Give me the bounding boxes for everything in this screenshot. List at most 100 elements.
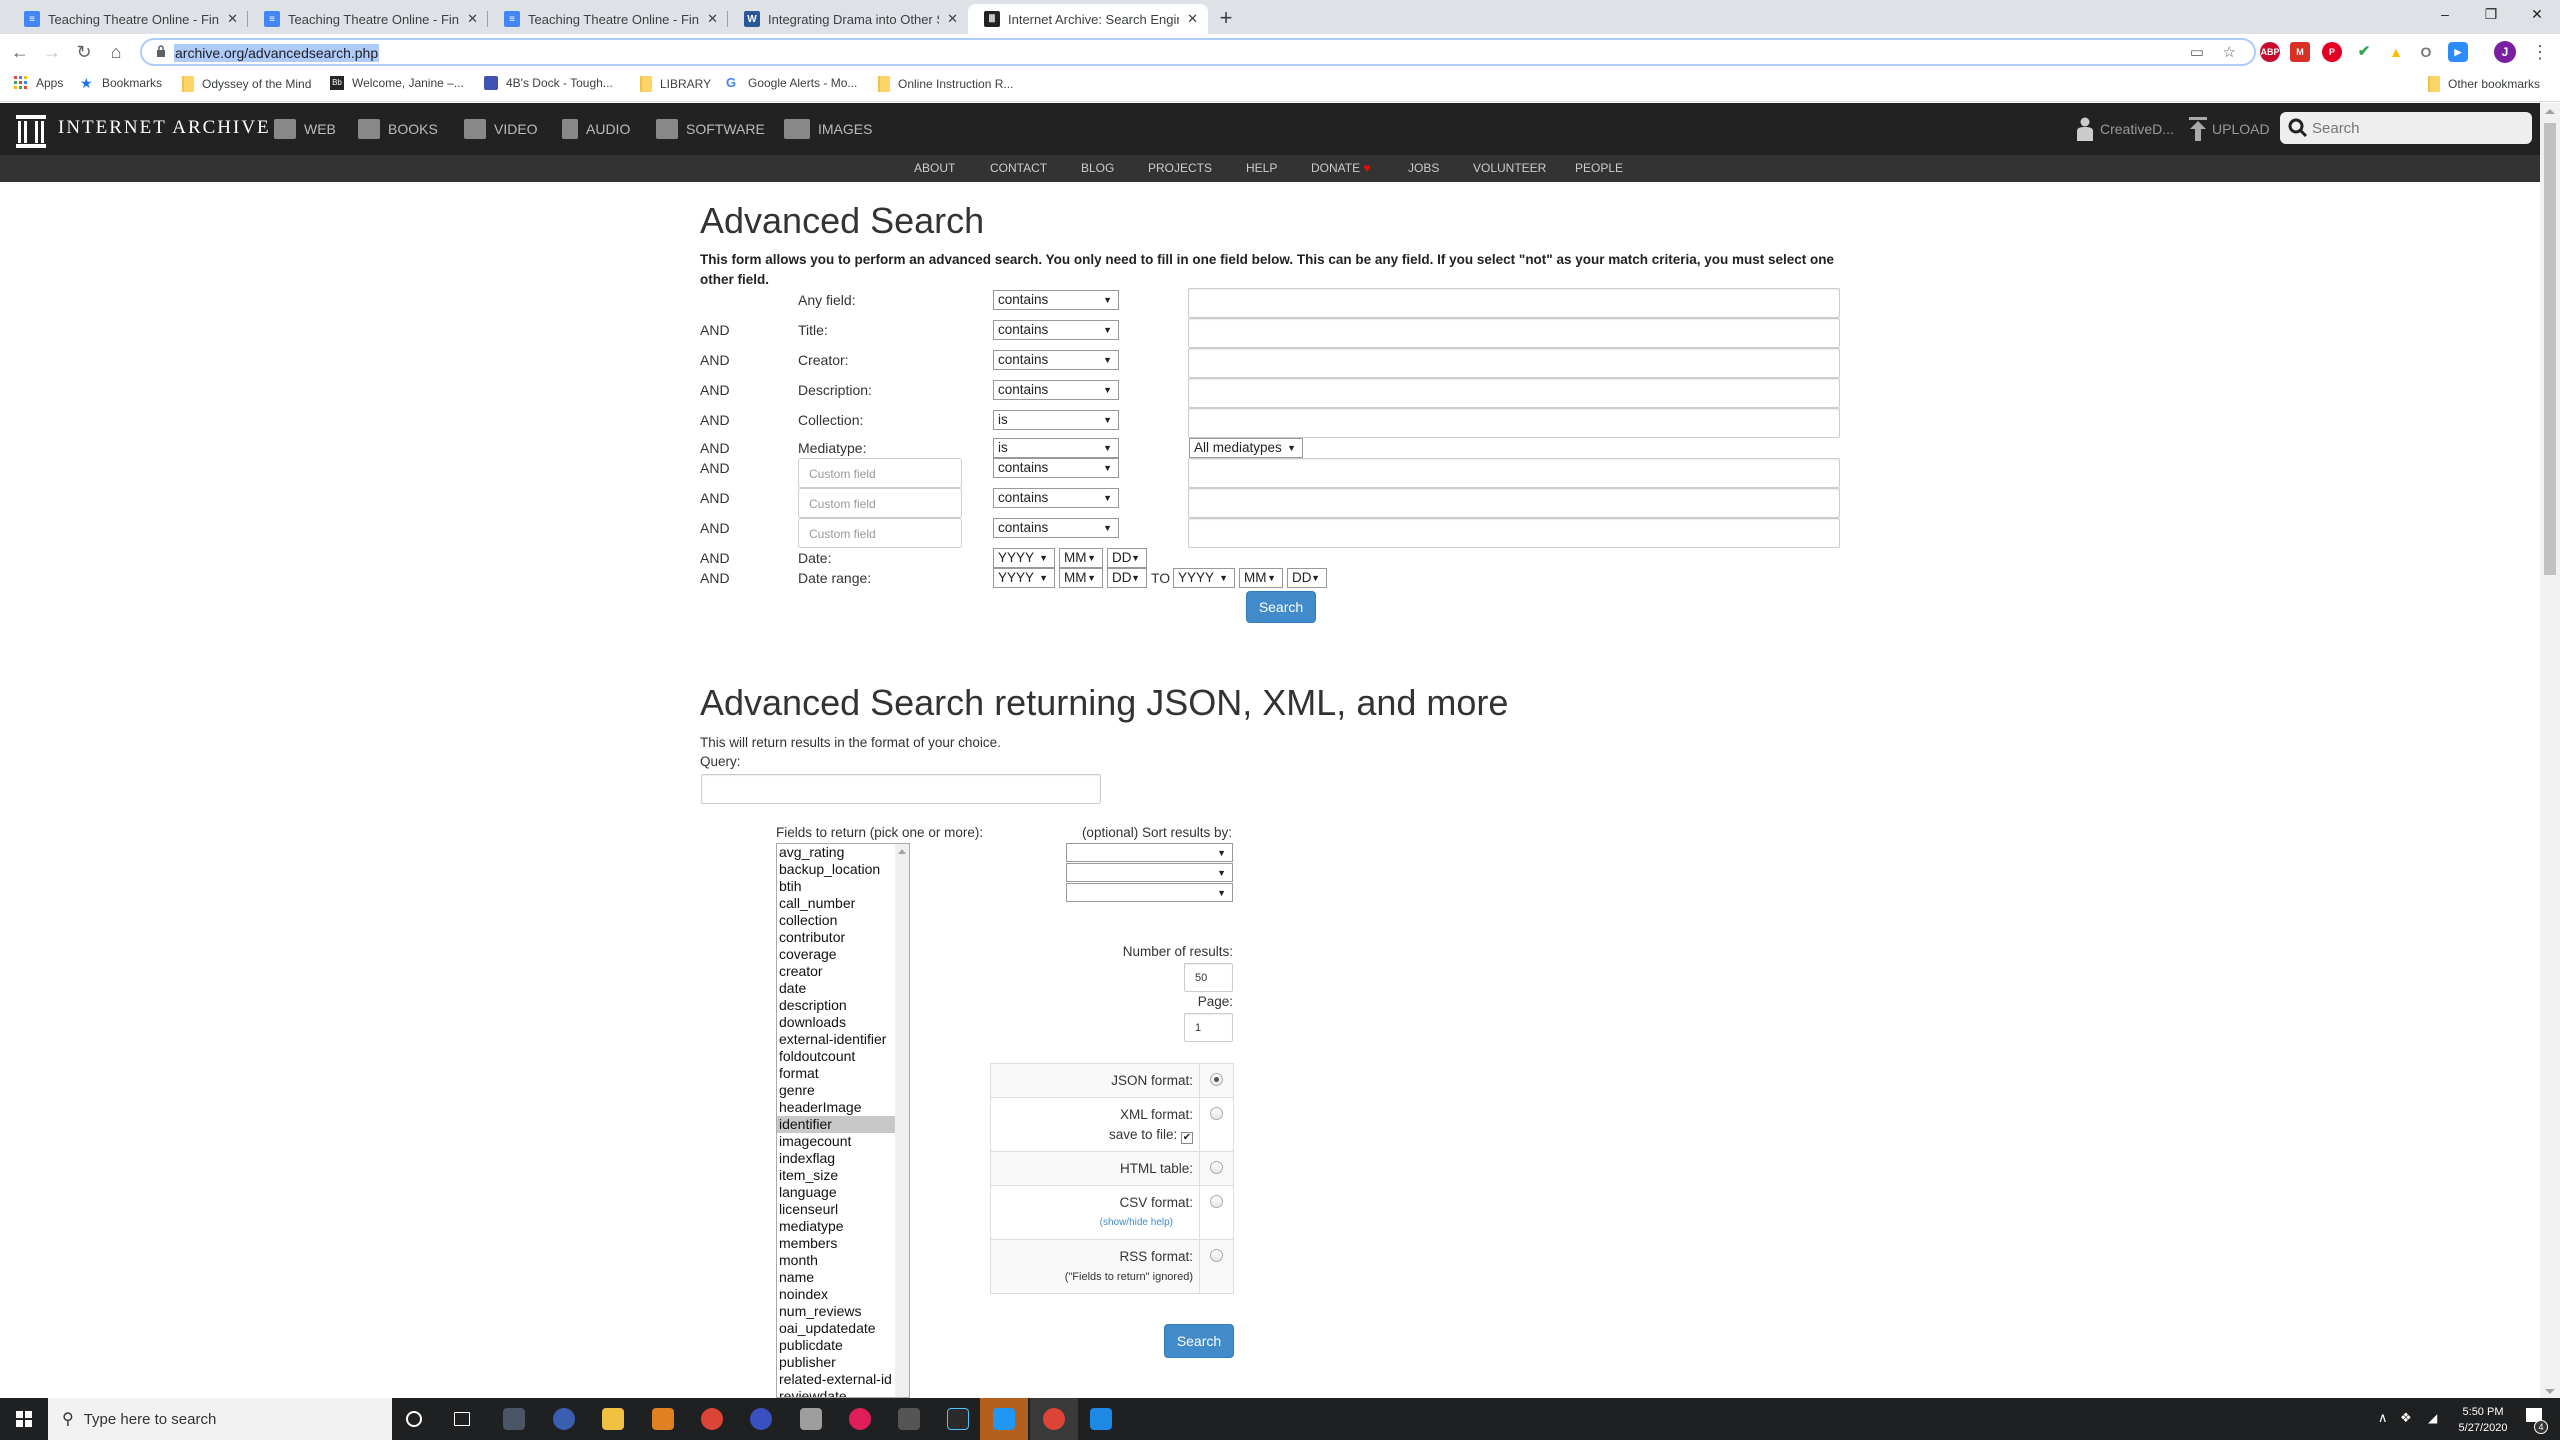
field-option[interactable]: downloads bbox=[777, 1014, 909, 1031]
forward-icon[interactable]: → bbox=[40, 40, 64, 64]
bookmark-online-instruction[interactable]: Online Instruction R... bbox=[878, 76, 1013, 92]
match-select[interactable]: is ▼ bbox=[993, 438, 1119, 458]
match-select[interactable]: is ▼ bbox=[993, 410, 1119, 430]
browser-tab-active[interactable]: Ⅲ Internet Archive: Search Engine ✕ bbox=[968, 4, 1208, 34]
match-select[interactable]: contains ▼ bbox=[993, 458, 1119, 478]
field-option[interactable]: coverage bbox=[777, 946, 909, 963]
media-video[interactable]: VIDEO bbox=[464, 119, 538, 139]
task-view-icon[interactable] bbox=[454, 1412, 470, 1426]
field-option[interactable]: imagecount bbox=[777, 1133, 909, 1150]
scroll-up-icon[interactable] bbox=[898, 849, 906, 854]
gmail-extension-icon[interactable]: M bbox=[2290, 42, 2310, 62]
to-day-select[interactable]: DD ▼ bbox=[1287, 568, 1327, 588]
field-option[interactable]: members bbox=[777, 1235, 909, 1252]
csv-format-radio[interactable] bbox=[1210, 1195, 1223, 1208]
browser-tab[interactable]: W Integrating Drama into Other Sub ✕ bbox=[728, 4, 968, 34]
to-month-select[interactable]: MM ▼ bbox=[1239, 568, 1283, 588]
bookmark-library[interactable]: LIBRARY bbox=[640, 76, 711, 92]
home-icon[interactable]: ⌂ bbox=[104, 40, 128, 64]
browser-tab[interactable]: ≡ Teaching Theatre Online - Finding ✕ bbox=[8, 4, 248, 34]
field-option[interactable]: format bbox=[777, 1065, 909, 1082]
match-select[interactable]: contains ▼ bbox=[993, 518, 1119, 538]
custom-field-input[interactable]: Custom field bbox=[798, 488, 962, 518]
mediatype-select[interactable]: All mediatypes ▼ bbox=[1189, 438, 1303, 458]
listbox-scrollbar[interactable] bbox=[895, 844, 909, 1397]
field-option[interactable]: licenseurl bbox=[777, 1201, 909, 1218]
chrome-menu-icon[interactable]: ⋮ bbox=[2528, 40, 2552, 64]
from-year-select[interactable]: YYYY ▼ bbox=[993, 568, 1055, 588]
field-option[interactable]: foldoutcount bbox=[777, 1048, 909, 1065]
address-bar[interactable]: archive.org/advancedsearch.php ▭ ☆ bbox=[140, 38, 2256, 66]
clock[interactable]: 5:50 PM 5/27/2020 bbox=[2448, 1404, 2518, 1436]
field-option[interactable]: mediatype bbox=[777, 1218, 909, 1235]
page-input[interactable]: 1 bbox=[1184, 1013, 1233, 1042]
tab-close-icon[interactable]: ✕ bbox=[227, 11, 238, 27]
internet-archive-logo-icon[interactable] bbox=[14, 111, 48, 149]
from-day-select[interactable]: DD ▼ bbox=[1107, 568, 1147, 588]
creator-input[interactable] bbox=[1188, 348, 1840, 378]
from-month-select[interactable]: MM ▼ bbox=[1059, 568, 1103, 588]
field-option[interactable]: oai_updatedate bbox=[777, 1320, 909, 1337]
bookmark-bookmarks[interactable]: ★ Bookmarks bbox=[80, 76, 162, 90]
scroll-up-icon[interactable] bbox=[2545, 109, 2555, 114]
profile-avatar[interactable]: J bbox=[2494, 41, 2516, 63]
nav-donate[interactable]: DONATE ♥ bbox=[1311, 161, 1371, 175]
window-close-button[interactable]: ✕ bbox=[2514, 0, 2560, 30]
sort-select-1[interactable]: ▼ bbox=[1066, 843, 1233, 862]
nav-jobs[interactable]: JOBS bbox=[1408, 161, 1439, 175]
app-s-icon[interactable] bbox=[750, 1408, 772, 1430]
field-option[interactable]: reviewdate bbox=[777, 1388, 909, 1397]
field-option[interactable]: headerImage bbox=[777, 1099, 909, 1116]
app-icon[interactable] bbox=[898, 1408, 920, 1430]
url-text[interactable]: archive.org/advancedsearch.php bbox=[174, 44, 380, 62]
scroll-down-icon[interactable] bbox=[2545, 1389, 2555, 1394]
lightroom-icon[interactable] bbox=[503, 1408, 525, 1430]
wifi-icon[interactable]: ◢ bbox=[2428, 1410, 2437, 1426]
field-option[interactable]: contributor bbox=[777, 929, 909, 946]
upload-button[interactable]: UPLOAD bbox=[2188, 117, 2270, 141]
field-option[interactable]: month bbox=[777, 1252, 909, 1269]
media-books[interactable]: BOOKS bbox=[358, 119, 438, 139]
field-option[interactable]: language bbox=[777, 1184, 909, 1201]
field-option[interactable]: genre bbox=[777, 1082, 909, 1099]
csv-help-link[interactable]: (show/hide help) bbox=[997, 1213, 1193, 1233]
bookmark-star-icon[interactable]: ☆ bbox=[2223, 43, 2236, 61]
nav-projects[interactable]: PROJECTS bbox=[1148, 161, 1212, 175]
media-audio[interactable]: AUDIO bbox=[562, 119, 630, 139]
zoom-extension-icon[interactable]: ▶ bbox=[2448, 42, 2468, 62]
media-images[interactable]: IMAGES bbox=[784, 119, 872, 139]
scrollbar-thumb[interactable] bbox=[2544, 123, 2556, 575]
save-to-file-checkbox[interactable]: ✔ bbox=[1181, 1132, 1193, 1144]
circle-extension-icon[interactable]: O bbox=[2416, 42, 2436, 62]
pinterest-extension-icon[interactable]: P bbox=[2322, 42, 2342, 62]
match-select[interactable]: contains ▼ bbox=[993, 350, 1119, 370]
minimize-button[interactable]: – bbox=[2422, 0, 2468, 30]
tab-close-icon[interactable]: ✕ bbox=[467, 11, 478, 27]
bookmark-odyssey[interactable]: Odyssey of the Mind bbox=[182, 76, 311, 92]
field-option[interactable]: publisher bbox=[777, 1354, 909, 1371]
json-format-radio[interactable] bbox=[1210, 1073, 1223, 1086]
fields-listbox[interactable]: avg_rating backup_location btih call_number… bbox=[776, 843, 910, 1398]
chrome-icon[interactable] bbox=[701, 1408, 723, 1430]
field-option[interactable]: num_reviews bbox=[777, 1303, 909, 1320]
nav-blog[interactable]: BLOG bbox=[1081, 161, 1114, 175]
tab-close-icon[interactable]: ✕ bbox=[707, 11, 718, 27]
xml-format-radio[interactable] bbox=[1210, 1107, 1223, 1120]
bookmark-4bs-dock[interactable]: 4B's Dock - Tough... bbox=[484, 76, 613, 90]
file-explorer-icon[interactable] bbox=[602, 1408, 624, 1430]
field-option[interactable]: item_size bbox=[777, 1167, 909, 1184]
tray-chevron-icon[interactable]: ∧ bbox=[2378, 1410, 2388, 1426]
ia-search-input[interactable] bbox=[2312, 116, 2522, 140]
dropbox-icon[interactable]: ❖ bbox=[2400, 1410, 2412, 1426]
field-option[interactable]: publicdate bbox=[777, 1337, 909, 1354]
custom-field-input[interactable]: Custom field bbox=[798, 458, 962, 488]
match-select[interactable]: contains ▼ bbox=[993, 320, 1119, 340]
google-drive-extension-icon[interactable]: ▲ bbox=[2386, 42, 2406, 62]
collection-input[interactable] bbox=[1188, 408, 1840, 438]
date-month-select[interactable]: MM ▼ bbox=[1059, 548, 1103, 568]
field-option[interactable]: btih bbox=[777, 878, 909, 895]
nav-help[interactable]: HELP bbox=[1246, 161, 1277, 175]
field-option[interactable]: collection bbox=[777, 912, 909, 929]
field-option[interactable]: date bbox=[777, 980, 909, 997]
custom-value-input[interactable] bbox=[1188, 458, 1840, 488]
